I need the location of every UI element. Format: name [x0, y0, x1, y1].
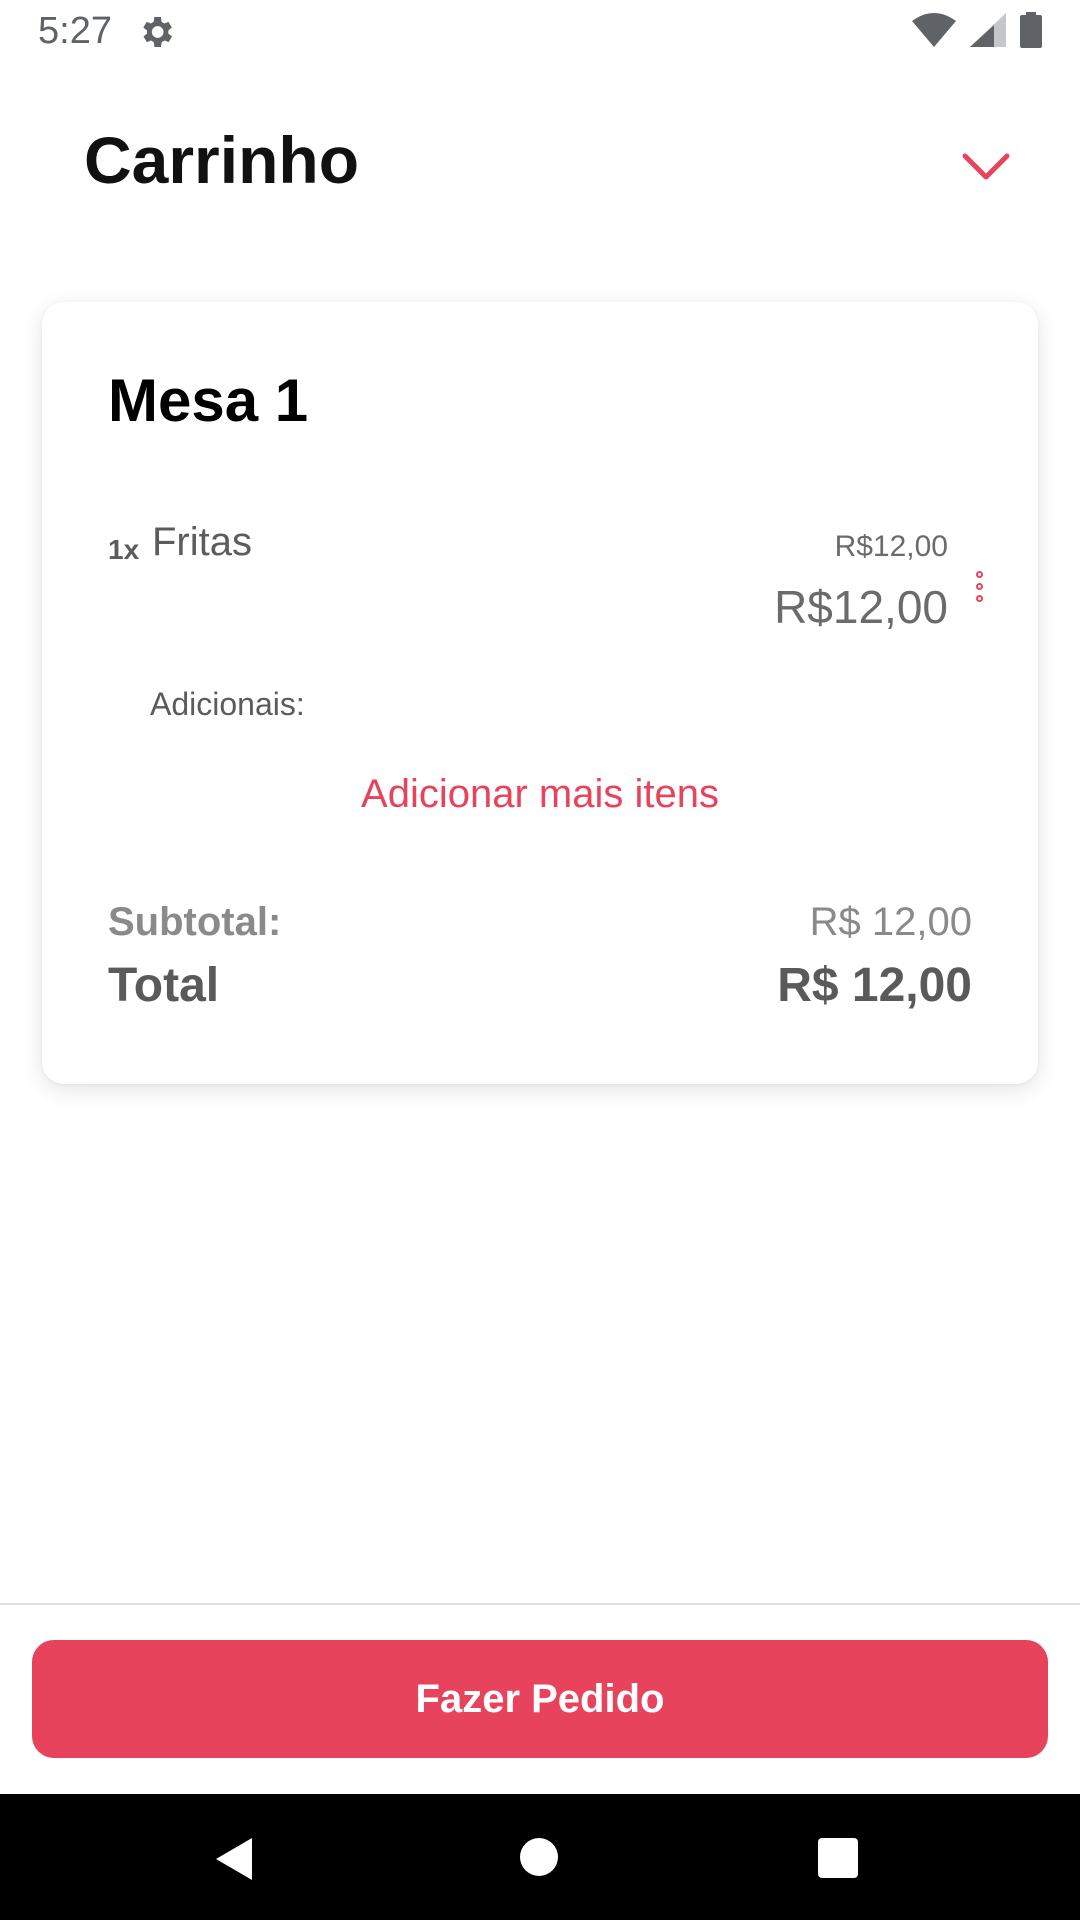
back-icon[interactable] — [214, 1836, 254, 1882]
add-more-items-link[interactable]: Adicionar mais itens — [42, 772, 1038, 817]
subtotal-label: Subtotal: — [108, 900, 282, 944]
subtotal-value: R$ 12,00 — [809, 900, 972, 944]
collapse-cart-button[interactable] — [956, 136, 1016, 196]
wifi-icon — [912, 13, 956, 47]
addons-label: Adicionais: — [150, 686, 305, 722]
total-value: R$ 12,00 — [777, 959, 972, 1012]
status-bar: 5:27 — [0, 0, 1080, 64]
recent-apps-icon[interactable] — [818, 1838, 858, 1878]
item-unit-price: R$12,00 — [834, 530, 948, 563]
chevron-down-icon — [962, 153, 1010, 180]
item-quantity: 1x — [108, 534, 140, 565]
item-total-price: R$12,00 — [774, 581, 948, 633]
page-title: Carrinho — [84, 123, 360, 197]
signal-icon — [970, 13, 1006, 47]
status-time: 5:27 — [38, 10, 112, 52]
place-order-button[interactable]: Fazer Pedido — [32, 1640, 1048, 1758]
cart-item-row: 1x Fritas R$12,00 R$12,00 — [108, 512, 948, 633]
more-vertical-icon[interactable] — [966, 568, 992, 618]
total-label: Total — [108, 959, 220, 1012]
home-icon[interactable] — [520, 1838, 558, 1876]
status-icons — [912, 12, 1042, 48]
item-name: Fritas — [152, 520, 252, 564]
table-title: Mesa 1 — [108, 367, 309, 434]
bottom-divider — [0, 1603, 1080, 1605]
battery-icon — [1020, 12, 1042, 48]
gear-icon — [143, 17, 172, 47]
cart-card: Mesa 1 1x Fritas R$12,00 R$12,00 Adicion… — [42, 302, 1038, 1084]
